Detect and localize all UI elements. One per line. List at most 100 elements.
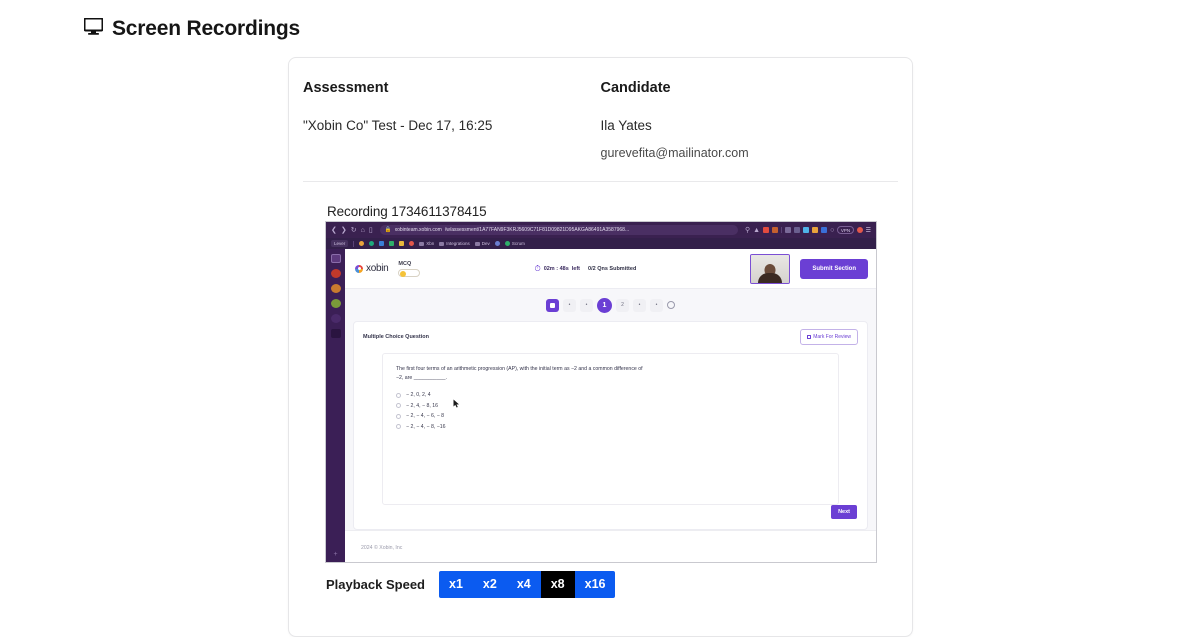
extension-icon-8[interactable] xyxy=(856,227,863,233)
candidate-name: Ila Yates xyxy=(600,118,652,133)
candidate-email: gurevefita@mailinator.com xyxy=(600,146,749,160)
section-label: MCQ xyxy=(398,260,412,267)
radio-icon[interactable] xyxy=(396,424,401,430)
app-footer: 2024 © Xobin, Inc xyxy=(345,530,876,562)
playback-speed-group[interactable]: x1 x2 x4 x8 x16 xyxy=(439,571,616,598)
app-header: xobin MCQ ⏱ 02m : 48s left 0/2 Qns Submi… xyxy=(345,249,876,289)
sidebar-heart-icon[interactable] xyxy=(330,284,341,293)
folder-icon xyxy=(439,241,445,246)
page-title: Screen Recordings xyxy=(112,17,300,40)
speed-button-x16[interactable]: x16 xyxy=(574,571,616,598)
sidebar-apps-icon[interactable] xyxy=(330,329,341,338)
browser-extensions[interactable]: ⚲ ▲ ○ VPN ☰ xyxy=(745,226,871,234)
option-label: − 2, − 4, − 6, − 8 xyxy=(406,413,445,420)
back-icon[interactable]: ❮ xyxy=(331,227,337,234)
bookmark-favicon-3[interactable] xyxy=(379,241,385,246)
next-question-button[interactable]: Next xyxy=(831,505,857,519)
address-bar-path: /w/assessment/1A77FAN9F3KRJ5609C71F81D09… xyxy=(444,227,630,233)
app-left-sidebar[interactable]: + xyxy=(326,249,345,562)
brand-name: xobin xyxy=(366,263,389,274)
bookmark-favicon-1[interactable] xyxy=(359,241,365,246)
extension-icon-3[interactable] xyxy=(785,227,792,233)
timer-value: 02m : 48s xyxy=(543,265,569,272)
toolbar-separator xyxy=(781,227,783,233)
assessment-label: Assessment xyxy=(303,80,389,96)
extension-icon-2[interactable] xyxy=(772,227,779,233)
zoom-icon[interactable]: ⚲ xyxy=(745,227,750,234)
lock-icon: 🔒 xyxy=(384,227,392,233)
bookmark-folder-dev[interactable]: Dev xyxy=(474,241,490,246)
extension-icon-1[interactable] xyxy=(763,227,770,233)
questions-submitted: 0/2 Qns Submitted xyxy=(588,265,637,272)
radio-icon[interactable] xyxy=(396,392,401,398)
sidebar-add-icon[interactable]: + xyxy=(333,551,337,558)
xobin-logo-icon xyxy=(355,264,363,273)
question-pagination[interactable]: • • 1 2 • • xyxy=(345,289,876,321)
card-divider xyxy=(303,181,898,182)
header-status-group: ⏱ 02m : 48s left 0/2 Qns Submitted xyxy=(430,264,740,273)
bookmark-label-xbn: Xbn xyxy=(426,241,435,246)
mark-for-review-button[interactable]: Mark For Review xyxy=(799,329,858,345)
question-type-label: Multiple Choice Question xyxy=(363,334,430,340)
pagination-next-2[interactable]: • xyxy=(650,298,663,312)
question-option[interactable]: − 2, − 4, − 6, − 8 xyxy=(396,413,825,419)
question-option[interactable]: − 2, 4, − 8, 16 xyxy=(396,403,825,409)
bookmark-label-scrum: Scrum xyxy=(511,241,525,246)
option-label: − 2, 0, 2, 4 xyxy=(406,392,431,399)
tab-icon[interactable]: ▯ xyxy=(369,227,373,234)
vpn-status-chip[interactable]: VPN xyxy=(837,226,854,234)
speed-button-x1[interactable]: x1 xyxy=(439,571,473,598)
pagination-prev-2[interactable]: • xyxy=(580,298,593,312)
home-icon[interactable]: ⌂ xyxy=(361,227,365,234)
pagination-prev-1[interactable]: • xyxy=(563,298,576,312)
pagination-end-icon[interactable] xyxy=(667,301,675,309)
recorded-mouse-cursor-icon xyxy=(453,395,460,413)
address-bar-host: xobinteam.xobin.com xyxy=(394,227,442,233)
speed-button-x4[interactable]: x4 xyxy=(506,571,541,598)
bookmark-folder-integrations[interactable]: Integrations xyxy=(439,241,470,246)
candidate-webcam xyxy=(750,253,791,284)
pagination-current[interactable]: 1 xyxy=(597,297,612,313)
assessment-candidate-row: Assessment "Xobin Co" Test - Dec 17, 16:… xyxy=(289,58,912,160)
extension-icon-5[interactable] xyxy=(803,227,810,233)
bookmark-lever[interactable]: Lever xyxy=(331,240,349,247)
recording-video-player[interactable]: ❮ ❯ ↻ ⌂ ▯ 🔒 xobinteam.xobin.com /w/asses… xyxy=(325,221,877,563)
speed-button-x2[interactable]: x2 xyxy=(472,571,507,598)
recording-card: Assessment "Xobin Co" Test - Dec 17, 16:… xyxy=(288,57,913,637)
bookmark-label-integrations: Integrations xyxy=(446,241,470,246)
question-option[interactable]: − 2, 0, 2, 4 xyxy=(396,392,825,398)
candidate-column: Candidate Ila Yates gurevefita@mailinato… xyxy=(601,80,899,160)
bookmark-favicon-7[interactable] xyxy=(494,241,500,246)
question-panel: Multiple Choice Question Mark For Review… xyxy=(353,321,868,530)
bookmark-favicon-4[interactable] xyxy=(389,241,395,246)
radio-icon[interactable] xyxy=(396,403,401,409)
bookmark-favicon-5[interactable] xyxy=(399,241,405,246)
sidebar-alert-icon[interactable] xyxy=(330,269,341,278)
question-option[interactable]: − 2, − 4, − 8, −16 xyxy=(396,424,825,430)
extension-icon-4[interactable] xyxy=(794,227,801,233)
bookmark-folder-xbn[interactable]: Xbn xyxy=(419,241,434,246)
extension-icon-6[interactable] xyxy=(812,227,819,233)
pagination-grid-button[interactable] xyxy=(546,298,559,312)
bookmark-favicon-2[interactable] xyxy=(369,241,375,246)
bookmark-scrum[interactable]: Scrum xyxy=(504,241,525,246)
speed-button-x8[interactable]: x8 xyxy=(540,571,575,598)
bookmark-favicon-6[interactable] xyxy=(409,241,415,246)
submit-section-button[interactable]: Submit Section xyxy=(800,258,868,279)
comment-icon[interactable]: ○ xyxy=(830,227,834,234)
radio-icon[interactable] xyxy=(396,413,401,419)
section-toggle-block: MCQ xyxy=(398,260,421,277)
address-bar[interactable]: 🔒 xobinteam.xobin.com /w/assessment/1A77… xyxy=(379,225,739,235)
forward-icon[interactable]: ❯ xyxy=(341,227,347,234)
pagination-next-1[interactable]: • xyxy=(633,298,646,312)
sidebar-dashboard-icon[interactable] xyxy=(330,254,341,263)
sidebar-user-icon[interactable] xyxy=(330,314,341,323)
pagination-page-2[interactable]: 2 xyxy=(616,298,629,312)
browser-menu-icon[interactable]: ☰ xyxy=(866,227,871,234)
share-icon[interactable]: ▲ xyxy=(753,227,760,234)
bookmarks-bar: Lever Xbn Integrations Dev Scrum xyxy=(326,238,876,249)
section-toggle[interactable] xyxy=(398,268,421,277)
reload-icon[interactable]: ↻ xyxy=(351,227,357,234)
sidebar-globe-icon[interactable] xyxy=(330,299,341,308)
extension-icon-7[interactable] xyxy=(821,227,828,233)
